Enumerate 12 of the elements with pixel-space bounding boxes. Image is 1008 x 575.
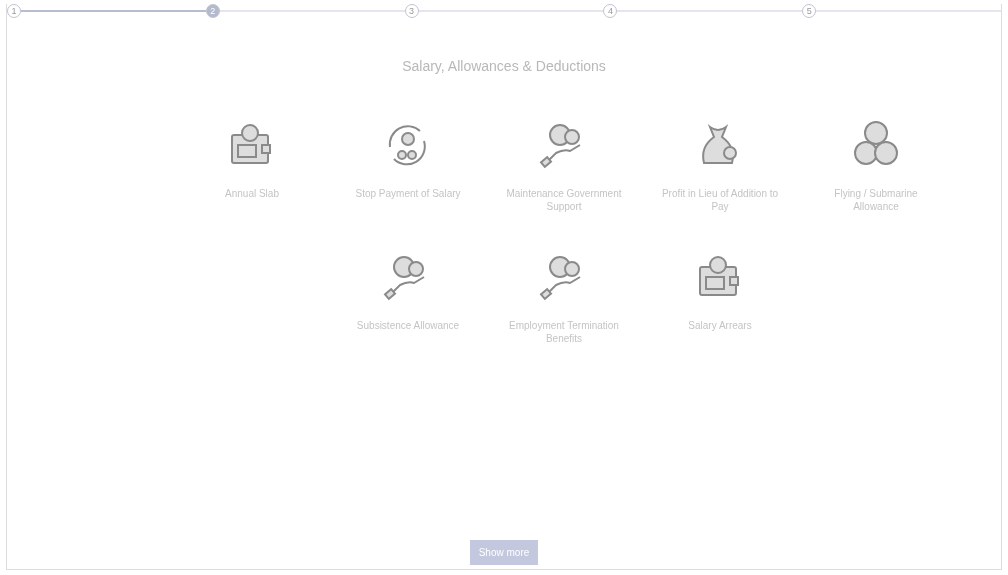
item-label[interactable]: Annual Slab [225,187,279,200]
item-label[interactable]: Subsistence Allowance [356,319,460,332]
step-marker[interactable]: 4 [603,4,618,18]
item-label[interactable]: Maintenance Government Support [504,187,624,213]
page-title: Salary, Allowances & Deductions [401,57,607,76]
item-label[interactable]: Employment Termination Benefits [504,319,624,345]
step-marker[interactable]: 5 [802,4,817,18]
step-marker[interactable]: 3 [404,4,419,18]
step-marker[interactable]: 2 [205,4,220,18]
item-label[interactable]: Flying / Submarine Allowance [816,187,936,213]
item-label[interactable]: Salary Arrears [688,319,752,332]
step-marker[interactable]: 1 [7,4,21,18]
